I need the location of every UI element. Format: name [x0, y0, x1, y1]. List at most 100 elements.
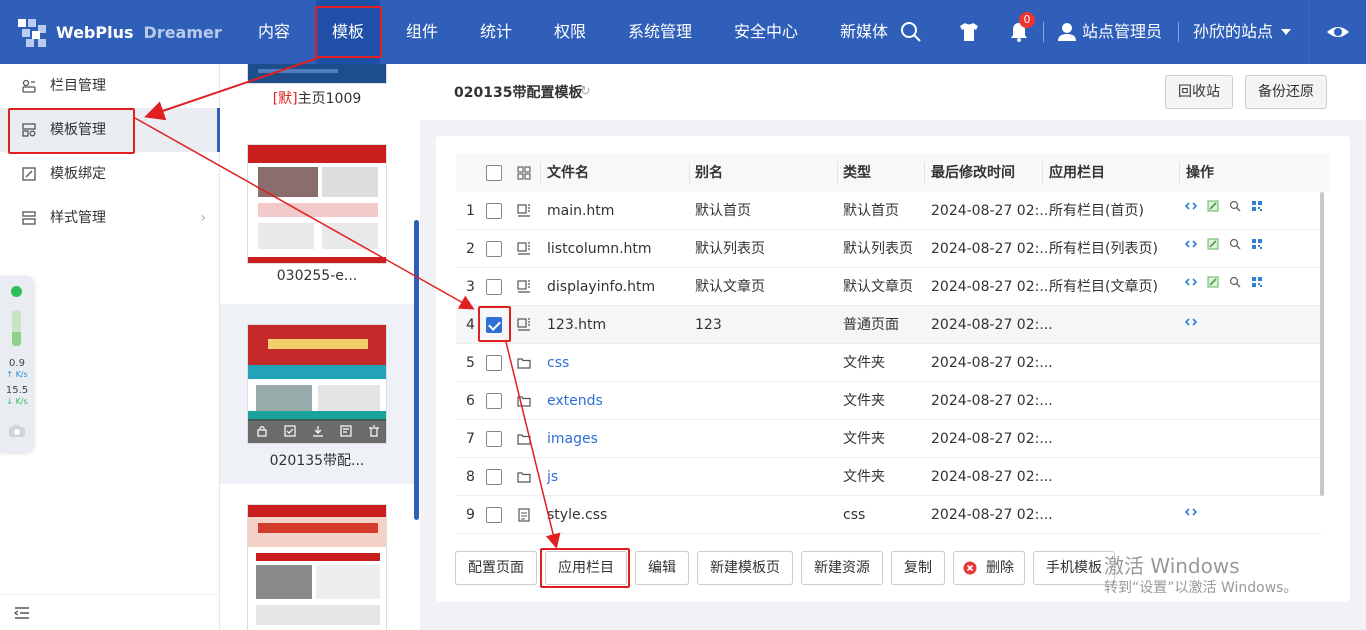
file-name[interactable]: extends [547, 382, 603, 420]
collapse-icon[interactable] [14, 607, 30, 619]
table-row[interactable]: 1 main.htm 默认首页 默认首页 2024-08-27 02:... 所有栏目(首… [456, 192, 1322, 230]
header-type[interactable]: 类型 [843, 154, 871, 192]
qrcode-icon[interactable] [1251, 276, 1263, 288]
file-name[interactable]: css [547, 344, 569, 382]
configure-page-button[interactable]: 配置页面 [455, 551, 537, 585]
check-square-icon[interactable] [284, 425, 296, 437]
preview-icon[interactable] [1229, 276, 1241, 288]
lock-icon[interactable] [256, 425, 268, 437]
sidebar-collapse[interactable] [0, 594, 220, 630]
nav-new-media[interactable]: 新媒体 [832, 0, 896, 64]
select-all-checkbox[interactable] [486, 165, 502, 181]
row-checkbox[interactable] [486, 469, 502, 485]
row-number: 8 [466, 469, 475, 485]
divider [1043, 22, 1044, 42]
header-alias[interactable]: 别名 [695, 154, 723, 192]
highlight-box-nav [315, 6, 382, 58]
file-modified: 2024-08-27 02:... [931, 203, 1053, 219]
template-item[interactable]: 030255-e... [220, 130, 414, 300]
row-checkbox[interactable] [486, 507, 502, 523]
header-columns[interactable]: 应用栏目 [1049, 154, 1105, 192]
camera-icon[interactable] [8, 424, 26, 438]
table-header: 文件名 别名 类型 最后修改时间 应用栏目 操作 [456, 154, 1330, 192]
template-list-scrollbar[interactable] [414, 220, 419, 520]
new-resource-button[interactable]: 新建资源 [801, 551, 883, 585]
file-alias: 默认首页 [695, 203, 751, 219]
edit-icon[interactable] [1207, 276, 1219, 288]
file-type: 默认文章页 [843, 279, 913, 295]
preview-icon[interactable] [1229, 200, 1241, 212]
edit-icon[interactable] [1207, 200, 1219, 212]
backup-restore-button[interactable]: 备份还原 [1245, 75, 1327, 109]
file-name[interactable]: images [547, 420, 598, 458]
delete-button[interactable]: 删除 [953, 551, 1025, 585]
table-row[interactable]: 8 js 文件夹 2024-08-27 02:... [456, 458, 1322, 496]
template-thumbnail [247, 324, 387, 444]
nav-content[interactable]: 内容 [246, 0, 302, 64]
nav-component[interactable]: 组件 [394, 0, 450, 64]
eye-icon[interactable] [1326, 20, 1350, 44]
code-icon[interactable] [1185, 276, 1197, 288]
qrcode-icon[interactable] [1251, 200, 1263, 212]
sidebar-item-columns[interactable]: 栏目管理 [0, 64, 220, 108]
qrcode-icon[interactable] [1251, 238, 1263, 250]
download-speed: 15.5 [5, 385, 29, 396]
table-row[interactable]: 7 images 文件夹 2024-08-27 02:... [456, 420, 1322, 458]
edit-icon[interactable] [1207, 238, 1219, 250]
template-item-selected[interactable]: 020135带配... [220, 304, 414, 484]
grid-icon [517, 166, 531, 180]
divider [1179, 162, 1180, 184]
code-icon[interactable] [1185, 238, 1197, 250]
file-applied-columns: 所有栏目(首页) [1049, 203, 1144, 219]
recycle-bin-button[interactable]: 回收站 [1165, 75, 1233, 109]
nav-stats[interactable]: 统计 [466, 0, 526, 64]
table-row[interactable]: 3 displayinfo.htm 默认文章页 默认文章页 2024-08-27 02:… [456, 268, 1322, 306]
header-filename[interactable]: 文件名 [547, 154, 589, 192]
table-scrollbar[interactable] [1320, 192, 1324, 496]
logo[interactable]: WebPlus Dreamer [16, 14, 222, 50]
file-name[interactable]: js [547, 458, 558, 496]
new-template-page-button[interactable]: 新建模板页 [697, 551, 793, 585]
copy-button[interactable]: 复制 [891, 551, 945, 585]
preview-icon[interactable] [1229, 238, 1241, 250]
table-row[interactable]: 2 listcolumn.htm 默认列表页 默认列表页 2024-08-27 02:.… [456, 230, 1322, 268]
nav-system[interactable]: 系统管理 [620, 0, 700, 64]
table-row[interactable]: 5 css 文件夹 2024-08-27 02:... [456, 344, 1322, 382]
shirt-icon[interactable] [957, 20, 981, 44]
download-icon[interactable] [312, 425, 324, 437]
table-row[interactable]: 4 123.htm 123 普通页面 2024-08-27 02:... [456, 306, 1322, 344]
logo-icon [16, 15, 50, 49]
user-name[interactable]: 站点管理员 [1082, 0, 1162, 64]
row-checkbox[interactable] [486, 241, 502, 257]
template-item[interactable] [220, 494, 414, 630]
sidebar-item-bind[interactable]: 模板绑定 [0, 152, 220, 196]
search-icon[interactable] [899, 20, 923, 44]
row-checkbox[interactable] [486, 355, 502, 371]
row-checkbox[interactable] [486, 203, 502, 219]
table-row[interactable]: 6 extends 文件夹 2024-08-27 02:... [456, 382, 1322, 420]
table-row[interactable]: 9 style.css css 2024-08-27 02:... [456, 496, 1322, 534]
status-dot [11, 286, 22, 297]
row-checkbox[interactable] [486, 431, 502, 447]
trash-icon[interactable] [368, 425, 380, 437]
edit-doc-icon[interactable] [340, 425, 352, 437]
site-selector[interactable]: 孙欣的站点 [1193, 0, 1273, 64]
refresh-icon[interactable]: ↻ [580, 84, 591, 99]
code-icon[interactable] [1185, 200, 1197, 212]
row-checkbox[interactable] [486, 393, 502, 409]
edit-button[interactable]: 编辑 [635, 551, 689, 585]
template-item[interactable]: [默]主页1009 [220, 64, 414, 124]
mobile-template-button[interactable]: 手机模板 [1033, 551, 1115, 585]
caret-down-icon[interactable] [1280, 26, 1292, 38]
nav-permission[interactable]: 权限 [540, 0, 600, 64]
sidebar-item-style[interactable]: 样式管理 › [0, 196, 220, 240]
row-checkbox[interactable] [486, 279, 502, 295]
network-speed-widget[interactable]: 0.9 ↑ K/s 15.5 ↓ K/s [0, 276, 34, 452]
file-modified: 2024-08-27 02:... [931, 431, 1053, 447]
nav-security[interactable]: 安全中心 [726, 0, 806, 64]
code-icon[interactable] [1185, 316, 1197, 328]
header-modified[interactable]: 最后修改时间 [931, 154, 1015, 192]
file-icon [518, 508, 530, 522]
code-icon[interactable] [1185, 506, 1197, 518]
file-applied-columns: 所有栏目(列表页) [1049, 241, 1158, 257]
